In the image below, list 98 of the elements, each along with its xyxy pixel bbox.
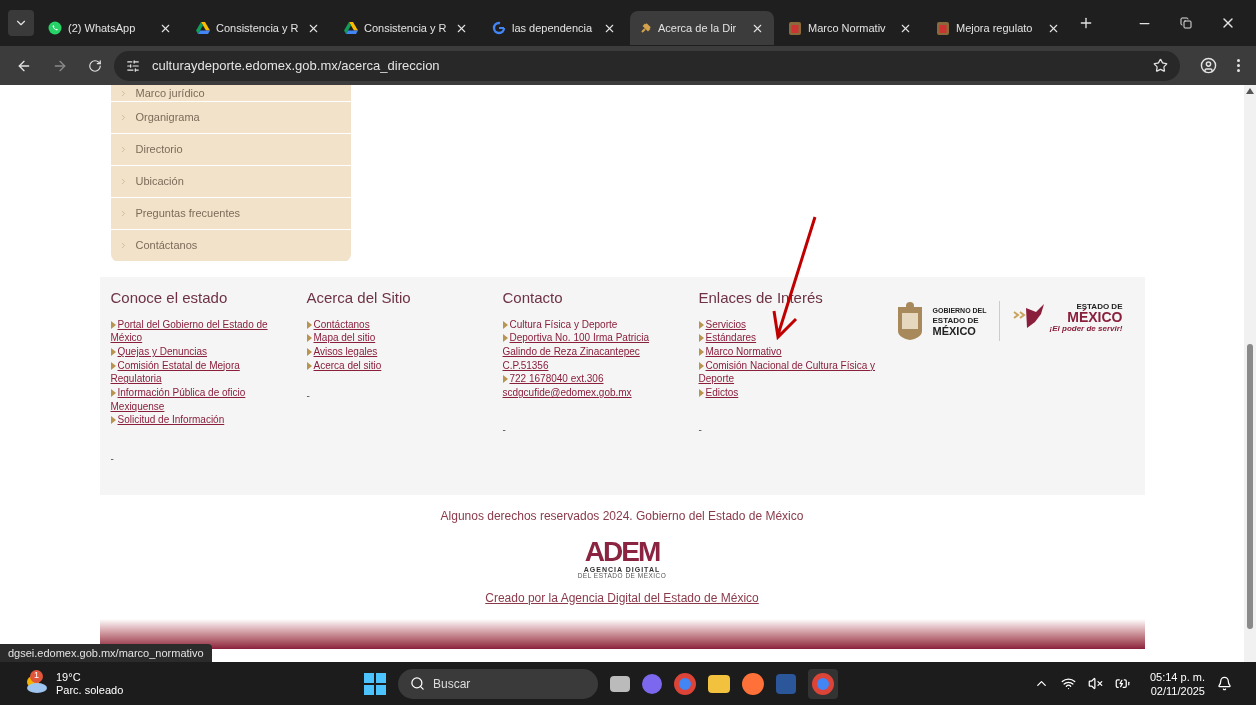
status-url: dgsei.edomex.gob.mx/marco_normativo <box>0 643 212 662</box>
task-view-icon[interactable] <box>610 675 630 692</box>
browser-tab[interactable]: Acerca de la Dir <box>630 11 774 45</box>
menu-label: Preguntas frecuentes <box>135 206 241 222</box>
footer-link[interactable]: Acerca del sitio <box>306 358 487 373</box>
menu-label: Contáctanos <box>135 238 198 254</box>
scroll-up-icon[interactable] <box>1246 88 1254 94</box>
new-tab-icon[interactable] <box>1078 15 1094 31</box>
notification-icon[interactable] <box>1217 676 1232 691</box>
tab-title: Mejora regulato <box>956 20 1034 36</box>
notification-badge: 1 <box>30 669 43 683</box>
footer-link[interactable]: Solicitud de Información <box>110 413 291 428</box>
tab-title: (2) WhatsApp <box>68 20 137 36</box>
menu-item[interactable]: Contáctanos <box>110 230 351 262</box>
search-icon <box>410 676 425 691</box>
footer-link[interactable]: scdgcufide@edomex.gob.mx <box>502 386 683 400</box>
tab-title: Acerca de la Dir <box>658 20 738 36</box>
browser-tab[interactable]: Consistencia y R <box>334 11 478 45</box>
temperature-text: 19°C <box>56 670 82 684</box>
menu-icon[interactable] <box>1237 59 1240 72</box>
menu-item[interactable]: Preguntas frecuentes <box>110 198 351 230</box>
browser-tab[interactable]: (2) WhatsApp <box>38 11 182 45</box>
footer-link[interactable]: Mapa del sitio <box>306 331 487 345</box>
restore-icon[interactable] <box>1180 17 1192 29</box>
bookmark-icon[interactable] <box>1153 58 1168 73</box>
menu-item[interactable]: Organigrama <box>110 102 351 134</box>
profile-icon[interactable] <box>1200 57 1217 74</box>
mute-icon[interactable] <box>1087 676 1103 691</box>
dash-text: - <box>306 389 310 404</box>
tab-title: las dependencia <box>512 20 594 36</box>
column-heading: Contacto <box>502 288 564 308</box>
menu-item[interactable]: Marco jurídico <box>110 85 351 102</box>
browser-tab[interactable]: Mejora regulato <box>926 11 1070 45</box>
weather-widget[interactable]: 1 19°C Parc. soleado <box>24 670 364 697</box>
dash-text: - <box>502 422 506 437</box>
site-settings-icon[interactable] <box>126 58 140 73</box>
tab-title: Consistencia y R <box>216 20 300 36</box>
reload-icon[interactable] <box>88 58 102 73</box>
browser-tab[interactable]: Marco Normativ <box>778 11 922 45</box>
search-input[interactable]: Buscar <box>433 674 573 693</box>
triangle-logo-icon <box>344 21 358 35</box>
g-logo-icon <box>492 21 506 35</box>
footer-link[interactable]: Deportiva No. 100 Irma Patricia Galindo de Reza Zinacantepec C.P.51356 <box>502 331 683 373</box>
folder-icon[interactable] <box>708 674 730 693</box>
menu-label: Ubicación <box>135 174 184 190</box>
clock-date: 02/11/2025 <box>1150 683 1205 698</box>
address-bar[interactable]: culturaydeporte.edomex.gob.mx/acerca_direccion <box>114 50 1180 81</box>
browser-tab[interactable]: Consistencia y R <box>186 11 330 45</box>
battery-icon[interactable] <box>1114 676 1130 691</box>
menu-item[interactable]: Ubicación <box>110 166 351 198</box>
logo-text: MÉXICO <box>932 326 977 336</box>
menu-item[interactable]: Directorio <box>110 134 351 166</box>
footer-link[interactable]: Servicios <box>698 317 879 332</box>
logo-text: ESTADO DE <box>932 316 980 325</box>
browser-icon[interactable] <box>674 672 696 695</box>
logo-mark: ADEM <box>584 538 660 566</box>
footer-link[interactable]: Avisos legales <box>306 344 487 359</box>
chat-icon <box>48 21 62 35</box>
dash-text: - <box>110 452 114 467</box>
taskbar-search-field[interactable]: Buscar <box>398 668 598 699</box>
footer-link[interactable]: Comisión Estatal de Mejora Regulatoria <box>110 358 291 386</box>
document-app-icon[interactable] <box>776 673 796 694</box>
logo-slogan: ¡El poder de servir! <box>1049 323 1123 334</box>
pin-icon <box>640 22 652 34</box>
column-heading: Conoce el estado <box>110 288 229 308</box>
footer-link[interactable]: Marco Normativo <box>698 344 879 359</box>
column-heading: Acerca del Sitio <box>306 288 412 308</box>
footer-link[interactable]: Contáctanos <box>306 317 487 332</box>
tab-title: Consistencia y R <box>364 20 448 36</box>
scrollbar[interactable] <box>1244 85 1256 662</box>
footer-link[interactable]: 722 1678040 ext.306 <box>502 372 683 386</box>
dash-text: - <box>698 422 702 437</box>
footer-link[interactable]: Estándares <box>698 331 879 345</box>
weather-text: Parc. soleado <box>56 683 124 697</box>
clock-time: 05:14 p. m. <box>1149 669 1205 684</box>
copyright-text: Algunos derechos reservados 2024. Gobierno del Estado de México <box>440 508 804 525</box>
wifi-icon[interactable] <box>1060 676 1076 691</box>
footer-link[interactable]: Información Pública de oficio Mexiquense <box>110 386 291 414</box>
triangle-logo-icon <box>196 21 210 35</box>
footer-text: Cultura Física y Deporte <box>508 317 619 332</box>
url-text: culturaydeporte.edomex.gob.mx/acerca_direccion <box>152 56 441 75</box>
chat-app-icon[interactable] <box>642 673 662 694</box>
footer-link[interactable]: Edictos <box>698 386 879 400</box>
browser-icon[interactable] <box>808 668 838 699</box>
footer-link[interactable]: Quejas y Denuncias <box>110 344 291 359</box>
start-icon[interactable] <box>364 672 386 695</box>
menu-label: Directorio <box>135 142 183 158</box>
credit-link[interactable]: Creado por la Agencia Digital del Estado de México <box>485 588 759 607</box>
footer-link[interactable]: Portal del Gobierno del Estado de México <box>110 317 291 345</box>
menu-label: Organigrama <box>135 110 200 126</box>
menu-label: Marco jurídico <box>135 85 205 101</box>
crest-icon <box>788 20 802 36</box>
crest-icon <box>936 20 950 36</box>
tab-title: Marco Normativ <box>808 20 887 36</box>
footer-link[interactable]: Comisión Nacional de Cultura Física y Deporte <box>698 358 879 386</box>
tab-search-button[interactable] <box>8 10 34 36</box>
fox-browser-icon[interactable] <box>742 672 764 695</box>
browser-tab[interactable]: las dependencia <box>482 11 626 45</box>
